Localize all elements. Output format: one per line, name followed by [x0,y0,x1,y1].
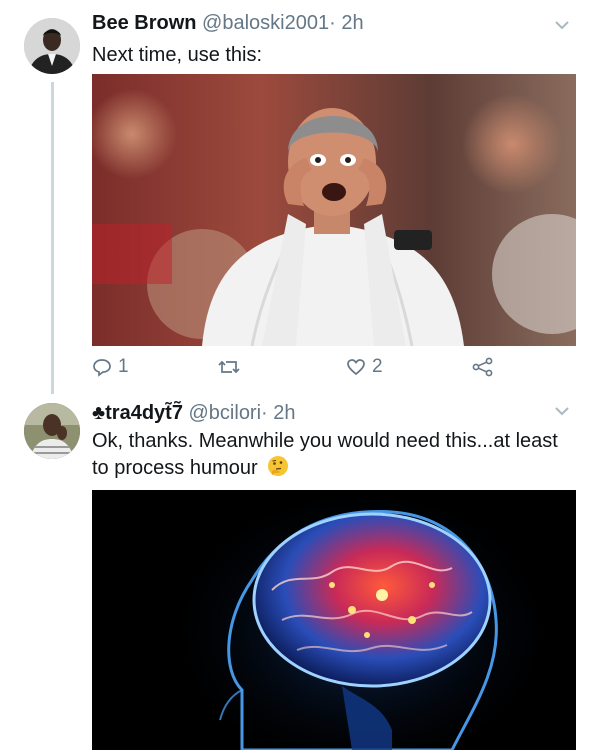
tweet-text-content: Ok, thanks. Meanwhile you would need thi… [92,430,558,479]
avatar[interactable] [24,18,80,74]
avatar[interactable] [24,403,80,459]
share-button[interactable] [472,352,494,382]
user-handle[interactable]: @bcilori [189,402,262,424]
timestamp[interactable]: 2h [273,402,295,424]
heart-icon [347,359,365,376]
tweet-actions: 1 2 [92,352,576,382]
chevron-down-icon[interactable] [554,404,570,416]
tweet-header: Bee Brown @baloski2001· 2h [92,12,364,35]
user-handle[interactable]: @baloski2001 [202,12,329,34]
thread-line [51,82,54,394]
retweet-icon [218,360,240,374]
tweet-header: ♣tra4dyt̃7̃ @bcilori· 2h [92,402,296,425]
reply-button[interactable]: 1 [92,352,129,382]
retweet-button[interactable] [218,352,246,382]
timestamp[interactable]: 2h [341,12,363,34]
tweet-text: Next time, use this: [92,44,263,66]
chevron-down-icon[interactable] [554,18,570,30]
like-button[interactable]: 2 [346,352,383,382]
like-count: 2 [372,356,383,377]
separator: · [261,402,268,424]
share-icon [472,357,493,377]
tweet-photo[interactable] [92,74,576,346]
tweet-text: Ok, thanks. Meanwhile you would need thi… [92,428,572,482]
reply-count: 1 [118,356,129,377]
reply-icon [93,359,111,377]
separator: · [329,12,336,34]
display-name[interactable]: ♣tra4dyt̃7̃ [92,402,183,424]
thinking-face-emoji-icon [268,456,289,476]
display-name[interactable]: Bee Brown [92,12,196,34]
tweet-photo[interactable] [92,490,576,750]
